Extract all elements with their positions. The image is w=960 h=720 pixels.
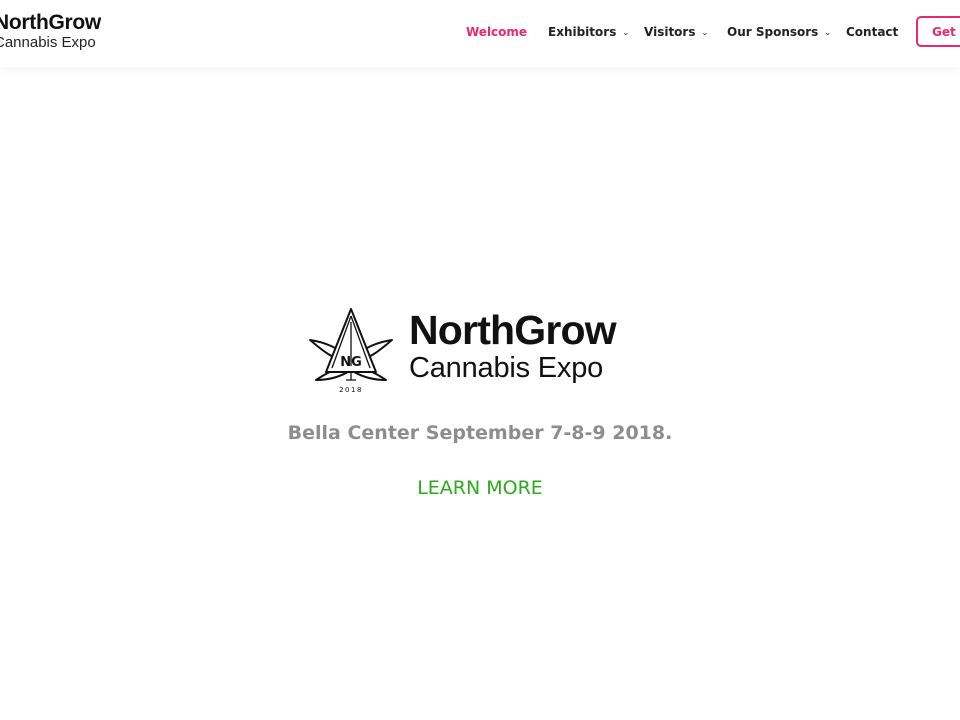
nav-item-label: Welcome (466, 25, 528, 39)
chevron-down-icon: ⌄ (622, 27, 630, 37)
hero-logo: NG 2018 NorthGrow Cannabis Expo (306, 306, 656, 398)
nav-item-welcome[interactable]: Welcome (466, 25, 527, 39)
event-tagline: Bella Center September 7-8-9 2018. (287, 422, 673, 444)
hero-logo-title: NorthGrow (409, 307, 617, 353)
nav-item-label: Our Sponsors (727, 25, 819, 39)
nav-item-visitors[interactable]: Visitors ⌄ (644, 25, 708, 39)
chevron-down-icon: ⌄ (824, 27, 832, 37)
nav-item-label: Exhibitors (548, 25, 617, 39)
hero-logo-text: NorthGrow Cannabis Expo (409, 307, 617, 384)
nav-item-exhibitors[interactable]: Exhibitors ⌄ (548, 25, 629, 39)
nav-item-contact[interactable]: Contact (846, 25, 898, 39)
site-logo[interactable]: NorthGrow Cannabis Expo (0, 12, 101, 50)
learn-more-link[interactable]: LEARN MORE (417, 477, 543, 499)
logo-subtitle: Cannabis Expo (0, 34, 96, 51)
logo-year: 2018 (339, 386, 363, 394)
get-tickets-button[interactable]: Get T (916, 16, 960, 47)
site-header: NorthGrow Cannabis Expo Welcome Exhibito… (0, 0, 960, 67)
nav-item-our-sponsors[interactable]: Our Sponsors ⌄ (727, 25, 831, 39)
hero-logo-subtitle: Cannabis Expo (409, 352, 604, 384)
hero-section: NG 2018 NorthGrow Cannabis Expo Bella Ce… (0, 67, 960, 720)
nav-item-label: Contact (846, 25, 899, 39)
nav-item-label: Visitors (644, 25, 696, 39)
chevron-down-icon: ⌄ (701, 27, 709, 37)
logo-title: NorthGrow (0, 11, 101, 34)
logo-monogram: NG (340, 355, 362, 370)
cannabis-leaf-icon: NG 2018 (309, 308, 393, 394)
learn-more-container: LEARN MORE (0, 477, 960, 499)
